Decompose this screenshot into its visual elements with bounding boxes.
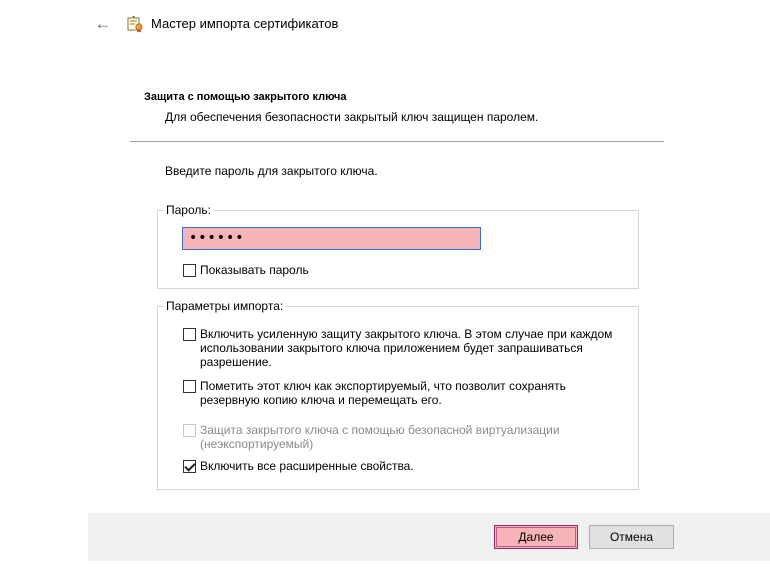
virtualization-protection-label: Защита закрытого ключа с помощью безопас… — [200, 423, 560, 451]
import-options-legend: Параметры импорта: — [164, 299, 286, 313]
strong-protection-label: Включить усиленную защиту закрытого ключ… — [200, 327, 613, 369]
password-input[interactable]: •••••• — [182, 227, 481, 250]
password-group-legend: Пароль: — [164, 203, 213, 217]
cancel-button[interactable]: Отмена — [589, 525, 674, 549]
strong-protection-checkbox[interactable] — [183, 328, 196, 341]
password-prompt: Введите пароль для закрытого ключа. — [165, 164, 378, 178]
mark-exportable-checkbox[interactable] — [183, 380, 196, 393]
section-subtitle: Для обеспечения безопасности закрытый кл… — [165, 110, 539, 124]
show-password-label: Показывать пароль — [200, 263, 309, 277]
include-extended-properties-checkbox[interactable] — [183, 460, 196, 473]
mark-exportable-label: Пометить этот ключ как экспортируемый, ч… — [200, 379, 566, 407]
virtualization-protection-checkbox[interactable] — [183, 424, 196, 437]
wizard-title: Мастер импорта сертификатов — [151, 16, 339, 31]
header-divider — [130, 141, 664, 142]
include-extended-properties-label: Включить все расширенные свойства. — [200, 459, 414, 473]
next-button[interactable]: Далее — [494, 525, 578, 549]
show-password-checkbox[interactable] — [183, 264, 196, 277]
section-title: Защита с помощью закрытого ключа — [144, 91, 347, 103]
back-arrow-icon[interactable]: ← — [93, 14, 113, 34]
certificate-wizard-icon — [127, 16, 143, 33]
